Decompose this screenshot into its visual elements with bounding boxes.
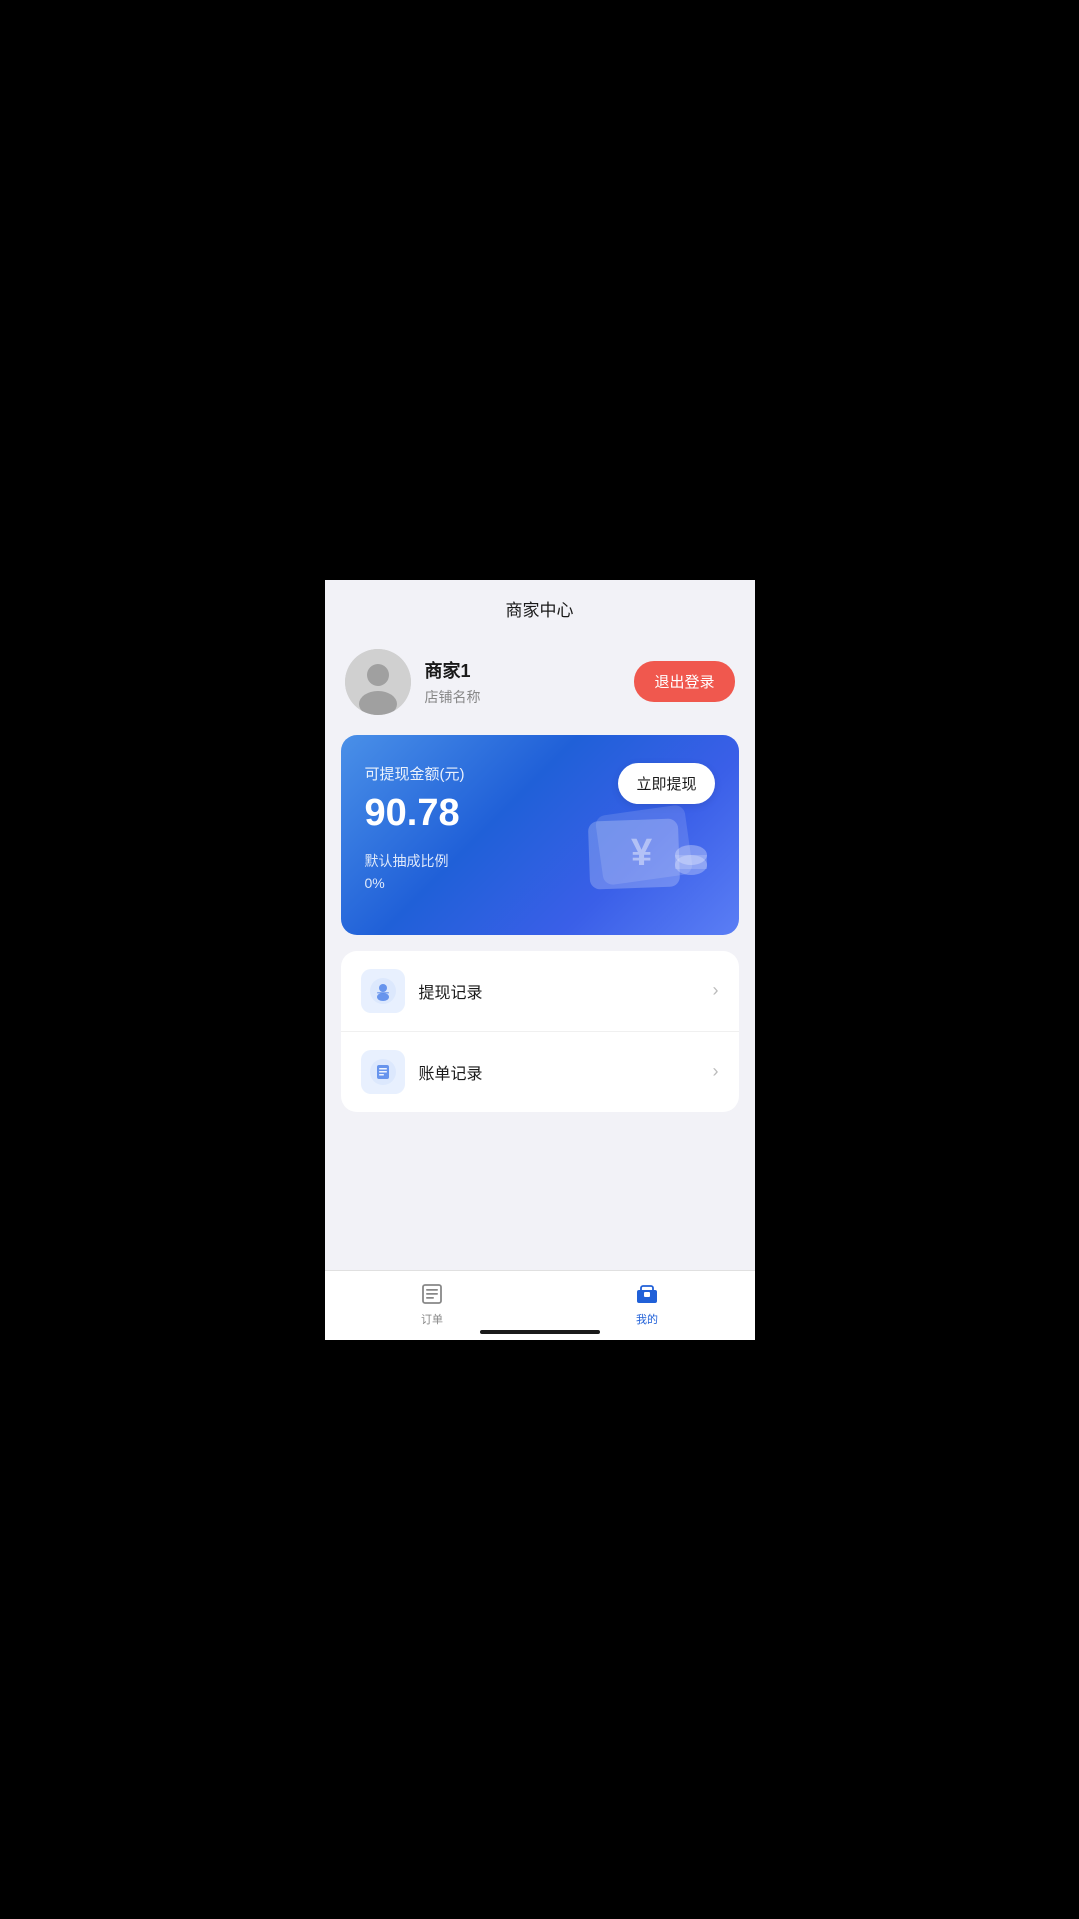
menu-item-left-bill: 账单记录 (361, 1050, 483, 1094)
menu-item-left-withdrawal: 提现记录 (361, 969, 483, 1013)
bottom-nav: 订单 我的 (325, 1270, 755, 1340)
bill-record-chevron: › (713, 1061, 719, 1082)
home-indicator (480, 1330, 600, 1334)
withdrawal-record-label: 提现记录 (419, 979, 483, 1003)
menu-item-withdrawal-record[interactable]: 提现记录 › (341, 951, 739, 1032)
avatar (345, 649, 411, 715)
content-area: 商家1 店铺名称 退出登录 可提现金额(元) 90.78 默认抽成比例 0% 立… (325, 633, 755, 1340)
page-title: 商家中心 (506, 601, 574, 620)
orders-nav-label: 订单 (421, 1311, 443, 1327)
logout-button[interactable]: 退出登录 (634, 661, 734, 702)
withdraw-button[interactable]: 立即提现 (618, 763, 714, 804)
menu-item-bill-record[interactable]: 账单记录 › (341, 1032, 739, 1112)
balance-card: 可提现金额(元) 90.78 默认抽成比例 0% 立即提现 ¥ (341, 735, 739, 935)
page-header: 商家中心 (325, 580, 755, 633)
withdrawal-record-icon (370, 978, 396, 1004)
profile-info: 商家1 店铺名称 (425, 657, 481, 707)
mine-nav-label: 我的 (636, 1311, 658, 1327)
nav-item-mine[interactable]: 我的 (540, 1281, 755, 1327)
mine-icon (634, 1281, 660, 1307)
bill-record-label: 账单记录 (419, 1060, 483, 1084)
profile-section: 商家1 店铺名称 退出登录 (325, 633, 755, 735)
commission-value: 0% (365, 875, 715, 891)
bill-record-icon-wrap (361, 1050, 405, 1094)
bill-record-icon (370, 1059, 396, 1085)
orders-icon (419, 1281, 445, 1307)
profile-name: 商家1 (425, 657, 481, 683)
nav-item-orders[interactable]: 订单 (325, 1281, 540, 1327)
withdrawal-record-chevron: › (713, 980, 719, 1001)
menu-card: 提现记录 › 账单记录 (341, 951, 739, 1112)
commission-label: 默认抽成比例 (365, 851, 715, 871)
profile-left: 商家1 店铺名称 (345, 649, 481, 715)
profile-store: 店铺名称 (425, 687, 481, 707)
withdrawal-record-icon-wrap (361, 969, 405, 1013)
